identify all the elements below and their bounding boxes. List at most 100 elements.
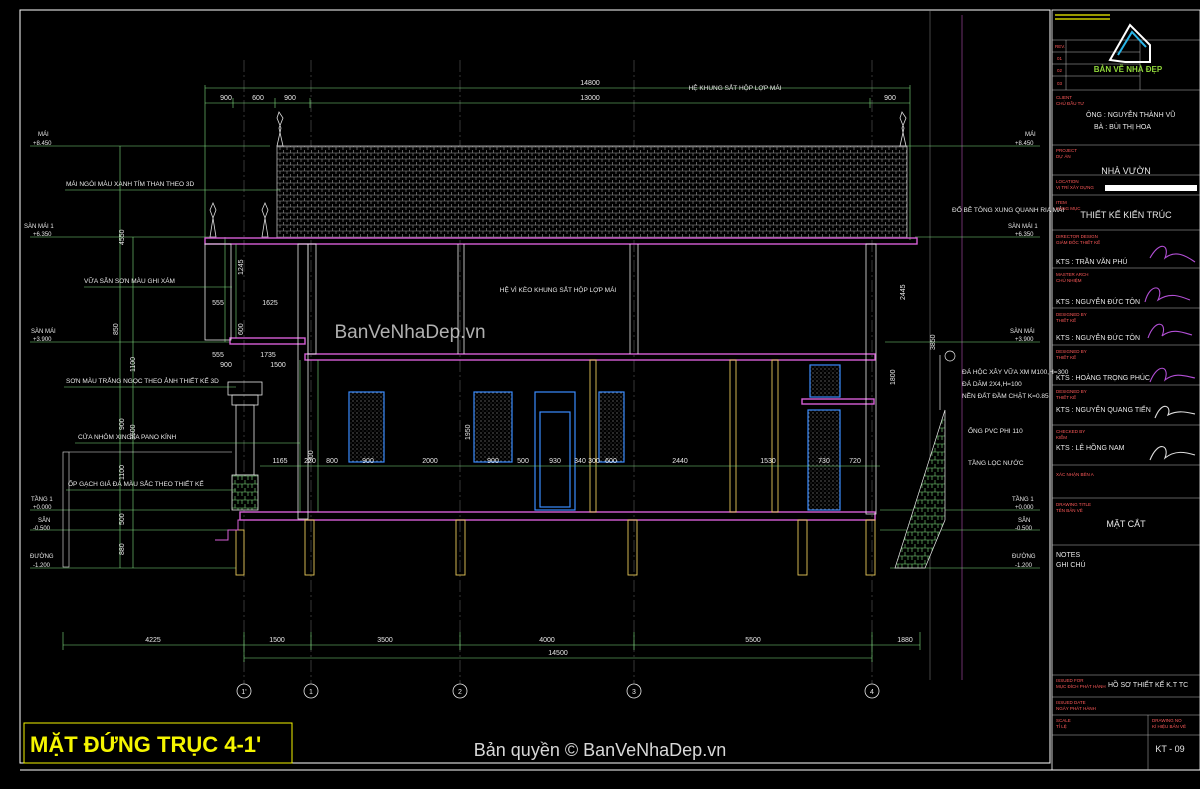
note-right-0: ĐỔ BÊ TÔNG XUNG QUANH RIA MÁI [952, 205, 1064, 214]
dim-opening-5: 900 [487, 458, 499, 465]
dim-opening-9: 300 [588, 458, 600, 465]
dim-opening-8: 340 [574, 458, 586, 465]
dim-bottom-3: 4000 [539, 637, 555, 644]
dim-v-3: 900 [119, 418, 126, 430]
porch-column [227, 381, 263, 511]
dim-bottom-4: 5500 [745, 637, 761, 644]
tb-director-sub: GIÁM ĐỐC THIẾT KẾ [1056, 239, 1100, 245]
dim-top-b: 600 [252, 95, 264, 102]
tb-project: NHÀ VƯỜN [1101, 166, 1150, 176]
tb-date-sub: NGÀY PHÁT HÀNH [1056, 705, 1096, 711]
dim-opening-14: 720 [849, 458, 861, 465]
dim-opening-6: 500 [517, 458, 529, 465]
dim-top-d: 13000 [580, 95, 600, 102]
dim-opening-13: 730 [818, 458, 830, 465]
dim-v-5: 1950 [465, 424, 472, 440]
dim-opening-10: 600 [605, 458, 617, 465]
dim-v-7: 500 [119, 513, 126, 525]
level-left-name-0: MÁI [38, 131, 49, 138]
tb-drawing-no: KT - 09 [1155, 744, 1184, 754]
dim-bottom-2: 3500 [377, 637, 393, 644]
note-roof-frame: HỆ KHUNG SẮT HỘP LỢP MÁI [689, 83, 782, 92]
dim-small-2: 555 [212, 352, 224, 359]
note-left-3: CỬA NHÔM XINGFA PANO KÍNH [78, 432, 177, 441]
dim-v-15: 600 [238, 323, 245, 335]
tb-designed-label-3: DESIGNED BY [1056, 389, 1087, 394]
dim-bottom-6: 14500 [548, 650, 568, 657]
note-right-5: TẦNG LỌC NƯỚC [968, 457, 1024, 467]
dim-small-1: 1625 [262, 300, 278, 307]
roof-tiles [276, 145, 908, 239]
tb-designed-label-2: DESIGNED BY [1056, 349, 1087, 354]
note-left-2: SƠN MÀU TRẮNG NGỌC THEO ẢNH THIẾT KẾ 3D [66, 375, 219, 385]
dim-small-3: 1735 [260, 352, 276, 359]
dim-small-4: 900 [220, 362, 232, 369]
bottom-dimension-lines [62, 632, 921, 662]
tb-owner-1: ÔNG : NGUYỄN THÀNH VŨ [1086, 110, 1175, 119]
dim-bottom-1: 1500 [269, 637, 285, 644]
tb-owner-2: BÀ : BÙI THỊ HOA [1094, 122, 1151, 131]
tb-master: KTS : NGUYỄN ĐỨC TÔN [1056, 297, 1140, 306]
tb-rev-1: 02 [1057, 68, 1063, 73]
dim-top-c: 900 [284, 95, 296, 102]
tb-project-sub: DỰ ÁN [1056, 153, 1071, 159]
note-left-4: ỐP GẠCH GIẢ ĐÁ MÀU SẮC THEO THIẾT KẾ [68, 478, 204, 488]
level-right-value-3: +0.000 [1015, 505, 1034, 511]
level-left-value-0: +8.450 [33, 141, 52, 147]
dim-v-1: 850 [113, 323, 120, 335]
main-title: MẶT ĐỨNG TRỤC 4-1' [30, 732, 261, 757]
tb-designed-1: KTS : NGUYỄN ĐỨC TÔN [1056, 333, 1140, 342]
tb-designed-label: DESIGNED BY [1056, 312, 1087, 317]
tb-project-label: PROJECT [1056, 148, 1077, 153]
axis-label-1: 1 [309, 689, 313, 696]
level-right-name-0: MÁI [1025, 131, 1036, 138]
tb-scale-label: SCALE [1056, 718, 1071, 723]
tb-checked-label: CHECKED BY [1056, 429, 1085, 434]
sheet-frame [19, 9, 1051, 764]
dim-small-5: 1500 [270, 362, 286, 369]
level-left-value-5: -1.200 [33, 563, 51, 569]
dim-top-e: 900 [884, 95, 896, 102]
copyright-text: Bản quyền © BanVeNhaDep.vn [474, 740, 726, 760]
tb-item-label: ITEM [1056, 200, 1067, 205]
level-left-value-2: +3.900 [33, 337, 52, 343]
dim-v-2: 1100 [130, 357, 137, 372]
tb-client-sub: CHỦ ĐẦU TƯ [1056, 100, 1084, 106]
tb-location-label: LOCATION [1056, 179, 1079, 184]
level-left-value-1: +6.350 [33, 232, 52, 238]
dim-v-13: 3850 [930, 334, 937, 350]
note-left-1: VỮA SẴN SƠN MÀU GHI XÁM [84, 276, 175, 285]
note-leaders-left [64, 189, 300, 491]
level-left-name-1: SÀN MÁI 1 [24, 223, 54, 230]
tb-master-label: MASTER ARCH [1056, 272, 1089, 277]
level-right-name-3: TẦNG 1 [1012, 496, 1034, 503]
note-truss: HỆ VÌ KÈO KHUNG SẮT HỘP LỢP MÁI [500, 285, 617, 294]
note-right-3: NỀN ĐẤT ĐẦM CHẶT K=0.85 [962, 390, 1049, 400]
drainage-detail [894, 350, 956, 569]
tb-drawing-no-label: DRAWING NO [1152, 718, 1182, 723]
logo-text: BẢN VẼ NHÀ ĐẸP [1094, 65, 1163, 74]
level-left-name-5: ĐƯỜNG [30, 553, 54, 560]
tb-designed-2: KTS : HOÀNG TRỌNG PHÚC [1056, 373, 1150, 382]
tb-designed-3: KTS : NGUYỄN QUANG TIẾN [1056, 404, 1151, 414]
tb-item-sub: HẠNG MỤC [1056, 206, 1081, 211]
tb-approved-label: XÁC NHẬN BÊN A [1056, 470, 1094, 477]
tb-designed-sub-2: THIẾT KẾ [1056, 354, 1076, 360]
windows [348, 364, 841, 463]
level-left-name-4: SÂN [38, 517, 50, 524]
dim-v-12: 1245 [238, 259, 245, 275]
tb-rev-2: 03 [1057, 81, 1063, 86]
doors [534, 391, 841, 511]
tb-notes-sub: GHI CHÚ [1056, 560, 1086, 569]
dim-small-0: 555 [212, 300, 224, 307]
dim-top-a: 900 [220, 95, 232, 102]
cad-drawing: 14800 900 600 900 13000 900 HỆ KHUNG SẮT… [19, 9, 1200, 771]
dim-top-overall: 14800 [580, 80, 600, 87]
axis-label-0: 1' [241, 689, 246, 696]
tb-director-label: DIRECTOR DESIGN [1056, 234, 1098, 239]
dim-v-14: 1800 [890, 369, 897, 385]
axis-label-4: 4 [870, 689, 874, 696]
dim-opening-0: 1165 [272, 458, 287, 465]
dim-opening-2: 800 [326, 458, 338, 465]
tb-checked-sub: KIỂM [1056, 434, 1067, 440]
